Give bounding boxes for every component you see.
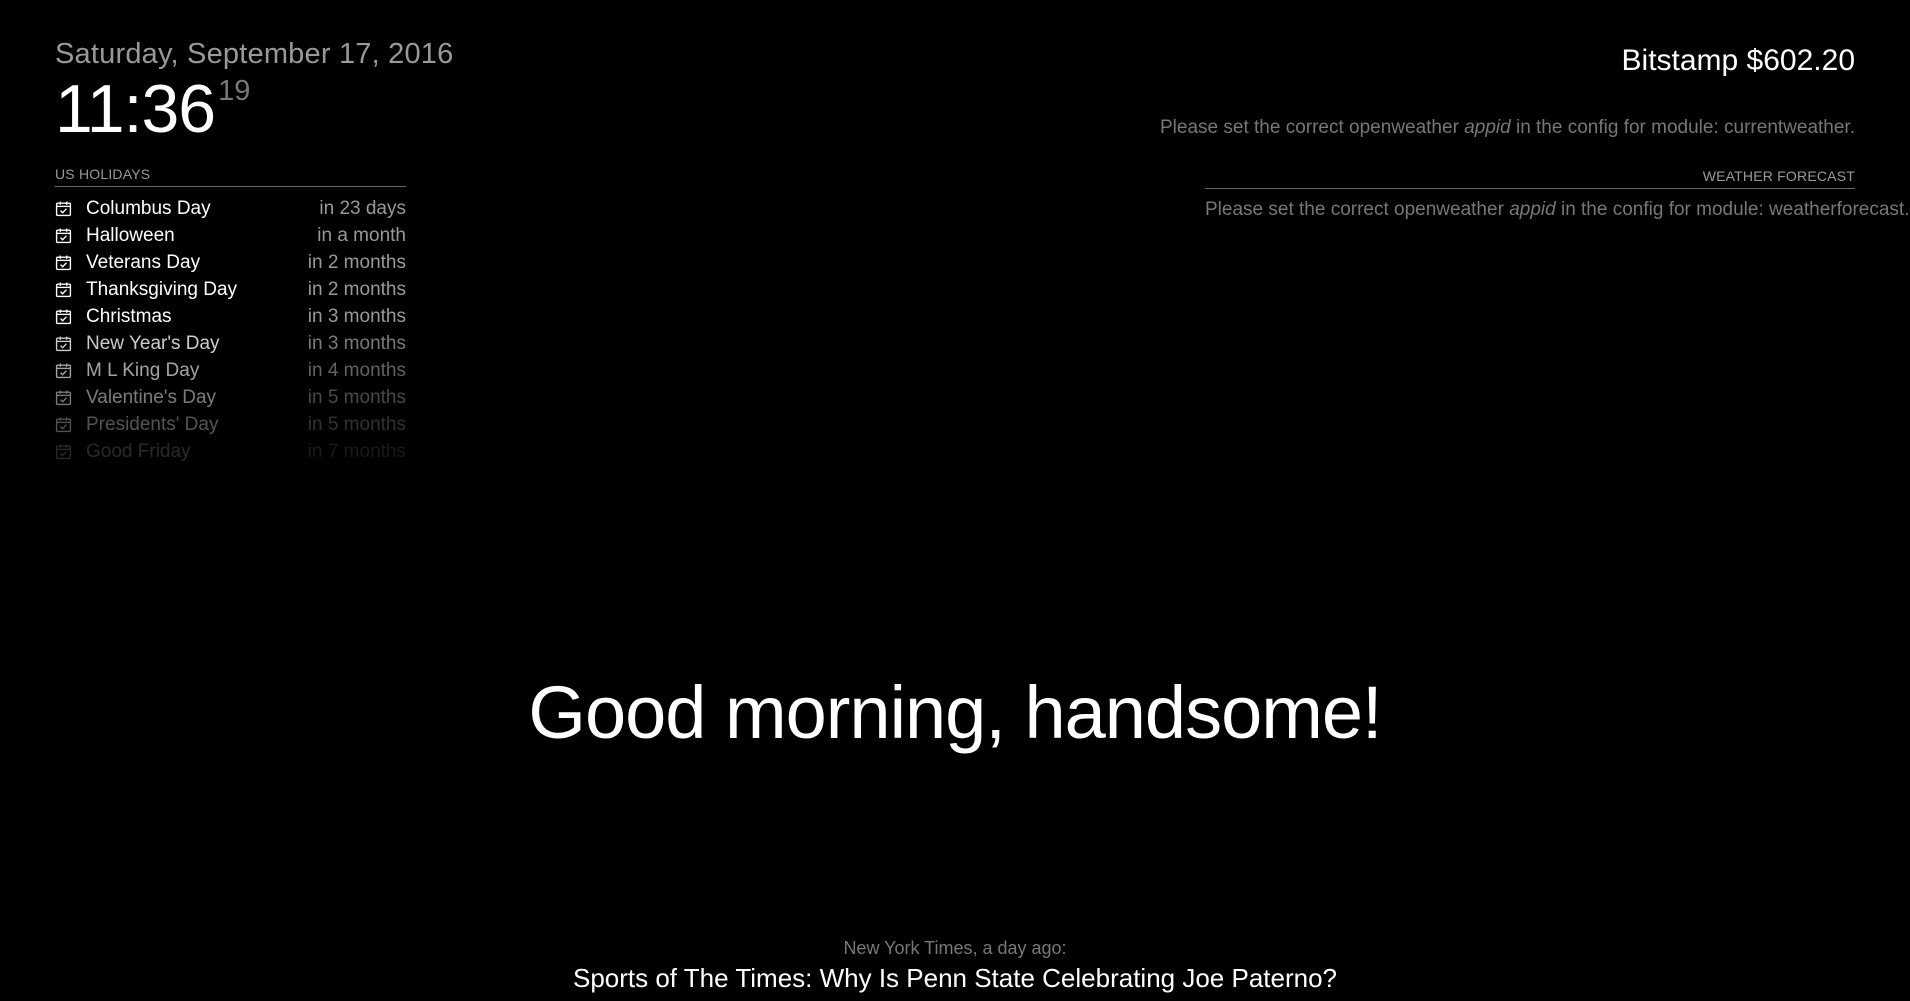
calendar-event-time: in 2 months	[307, 278, 406, 300]
calendar-event-title: M L King Day	[86, 359, 200, 381]
calendar-event-title: Thanksgiving Day	[86, 278, 238, 300]
calendar-event-row: Valentine's Day in 5 months	[55, 384, 406, 411]
calendar-event-title: Columbus Day	[86, 197, 211, 219]
calendar-check-icon	[55, 200, 72, 217]
calendar-check-icon	[55, 281, 72, 298]
calendar-event-time: in 3 months	[307, 305, 406, 327]
calendar-event-title: Valentine's Day	[86, 386, 217, 408]
clock-date: Saturday, September 17, 2016	[55, 38, 454, 70]
calendar-event-title: New Year's Day	[86, 332, 220, 354]
forecast-msg-key: appid	[1509, 199, 1556, 220]
calendar-event-list: Columbus Day in 23 days Halloween in a mont…	[55, 195, 406, 465]
calendar-header: US HOLIDAYS	[55, 166, 406, 187]
calendar-check-icon	[55, 443, 72, 460]
calendar-event-time: in 23 days	[319, 197, 406, 219]
calendar-event-row: Halloween in a month	[55, 222, 406, 249]
clock-time: 11:36 19	[55, 75, 453, 143]
forecast-msg-suffix: in the config for module: weatherforecas…	[1555, 199, 1910, 220]
clock-module: Saturday, September 17, 2016 11:36 19	[55, 38, 453, 143]
current-weather-message: Please set the correct openweather appid…	[1160, 117, 1855, 139]
calendar-event-time: in 5 months	[307, 386, 406, 408]
calendar-event-row: Christmas in 3 months	[55, 303, 406, 330]
calendar-check-icon	[55, 362, 72, 379]
news-source: New York Times, a day ago:	[843, 938, 1067, 958]
calendar-check-icon	[55, 416, 72, 433]
current-weather-msg-prefix: Please set the correct openweather	[1160, 117, 1465, 138]
calendar-event-title: Presidents' Day	[86, 413, 219, 435]
clock-hours-minutes: 11:36	[55, 71, 216, 147]
calendar-event-title: Good Friday	[86, 440, 191, 462]
calendar-event-row: New Year's Day in 3 months	[55, 330, 406, 357]
calendar-module: US HOLIDAYS Columbus Day in 23 days Hallow…	[55, 166, 406, 465]
calendar-event-time: in 7 months	[307, 440, 406, 462]
calendar-event-row: Thanksgiving Day in 2 months	[55, 276, 406, 303]
forecast-msg-prefix: Please set the correct openweather	[1205, 199, 1510, 220]
calendar-event-row: Veterans Day in 2 months	[55, 249, 406, 276]
clock-seconds: 19	[218, 75, 251, 107]
calendar-check-icon	[55, 389, 72, 406]
calendar-check-icon	[55, 227, 72, 244]
calendar-event-row: Columbus Day in 23 days	[55, 195, 406, 222]
weather-forecast-header: WEATHER FORECAST	[1205, 168, 1855, 189]
bitcoin-ticker: Bitstamp $602.20	[1621, 44, 1855, 77]
calendar-check-icon	[55, 254, 72, 271]
calendar-event-row: Good Friday in 7 months	[55, 438, 406, 465]
current-weather-msg-key: appid	[1464, 117, 1511, 138]
calendar-event-time: in 2 months	[307, 251, 406, 273]
calendar-event-time: in 5 months	[307, 413, 406, 435]
calendar-event-title: Christmas	[86, 305, 172, 327]
news-headline: Sports of The Times: Why Is Penn State C…	[572, 963, 1338, 993]
weather-forecast-message: Please set the correct openweather appid…	[1205, 199, 1910, 221]
current-weather-msg-suffix: in the config for module: currentweather…	[1510, 117, 1855, 138]
calendar-event-time: in 4 months	[307, 359, 406, 381]
weather-forecast-module: WEATHER FORECAST Please set the correct …	[1205, 168, 1910, 221]
magic-mirror-screen: Saturday, September 17, 2016 11:36 19 US…	[0, 0, 1910, 1001]
calendar-event-time: in a month	[317, 224, 406, 246]
calendar-event-row: M L King Day in 4 months	[55, 357, 406, 384]
calendar-event-title: Halloween	[86, 224, 175, 246]
compliment-text: Good morning, handsome!	[528, 671, 1382, 754]
news-feed-module: New York Times, a day ago: Sports of The…	[0, 938, 1910, 994]
calendar-check-icon	[55, 335, 72, 352]
calendar-event-time: in 3 months	[307, 332, 406, 354]
calendar-event-title: Veterans Day	[86, 251, 201, 273]
calendar-event-row: Presidents' Day in 5 months	[55, 411, 406, 438]
calendar-check-icon	[55, 308, 72, 325]
